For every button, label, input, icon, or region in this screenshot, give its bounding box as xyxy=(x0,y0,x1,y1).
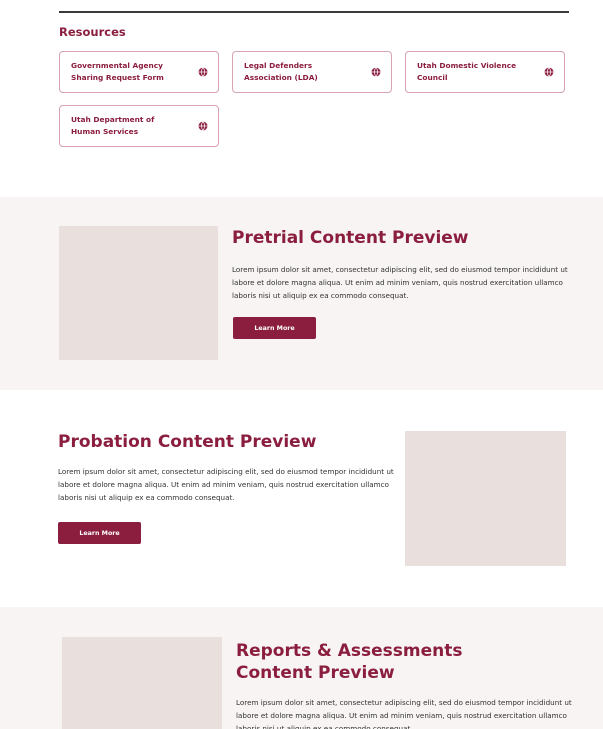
probation-title: Probation Content Preview xyxy=(58,432,317,452)
resource-link-human-services[interactable]: Utah Department of Human Services xyxy=(59,105,219,147)
reports-body: Lorem ipsum dolor sit amet, consectetur … xyxy=(236,698,572,729)
globe-icon xyxy=(544,67,554,77)
pretrial-learn-more-button[interactable]: Learn More xyxy=(233,317,316,339)
globe-icon xyxy=(198,121,208,131)
resource-link-label: Utah Domestic Violence Council xyxy=(417,61,517,82)
resource-link-label: Legal Defenders Association (LDA) xyxy=(244,61,318,82)
resource-link-label: Governmental Agency Sharing Request Form xyxy=(71,61,164,82)
globe-icon xyxy=(198,67,208,77)
top-divider xyxy=(59,11,569,13)
resource-link-domestic-violence-council[interactable]: Utah Domestic Violence Council xyxy=(405,51,565,93)
globe-icon xyxy=(371,67,381,77)
pretrial-body: Lorem ipsum dolor sit amet, consectetur … xyxy=(232,265,568,300)
reports-image-placeholder xyxy=(62,637,222,729)
reports-title: Reports & Assessments Content Preview xyxy=(236,641,463,683)
resource-link-lda[interactable]: Legal Defenders Association (LDA) xyxy=(232,51,392,93)
resource-link-agency-sharing[interactable]: Governmental Agency Sharing Request Form xyxy=(59,51,219,93)
probation-learn-more-button[interactable]: Learn More xyxy=(58,522,141,544)
pretrial-image-placeholder xyxy=(59,226,218,360)
resource-link-label: Utah Department of Human Services xyxy=(71,115,155,136)
pretrial-title: Pretrial Content Preview xyxy=(232,228,469,248)
probation-image-placeholder xyxy=(405,431,566,566)
resources-heading: Resources xyxy=(59,25,126,39)
probation-body: Lorem ipsum dolor sit amet, consectetur … xyxy=(58,467,394,502)
